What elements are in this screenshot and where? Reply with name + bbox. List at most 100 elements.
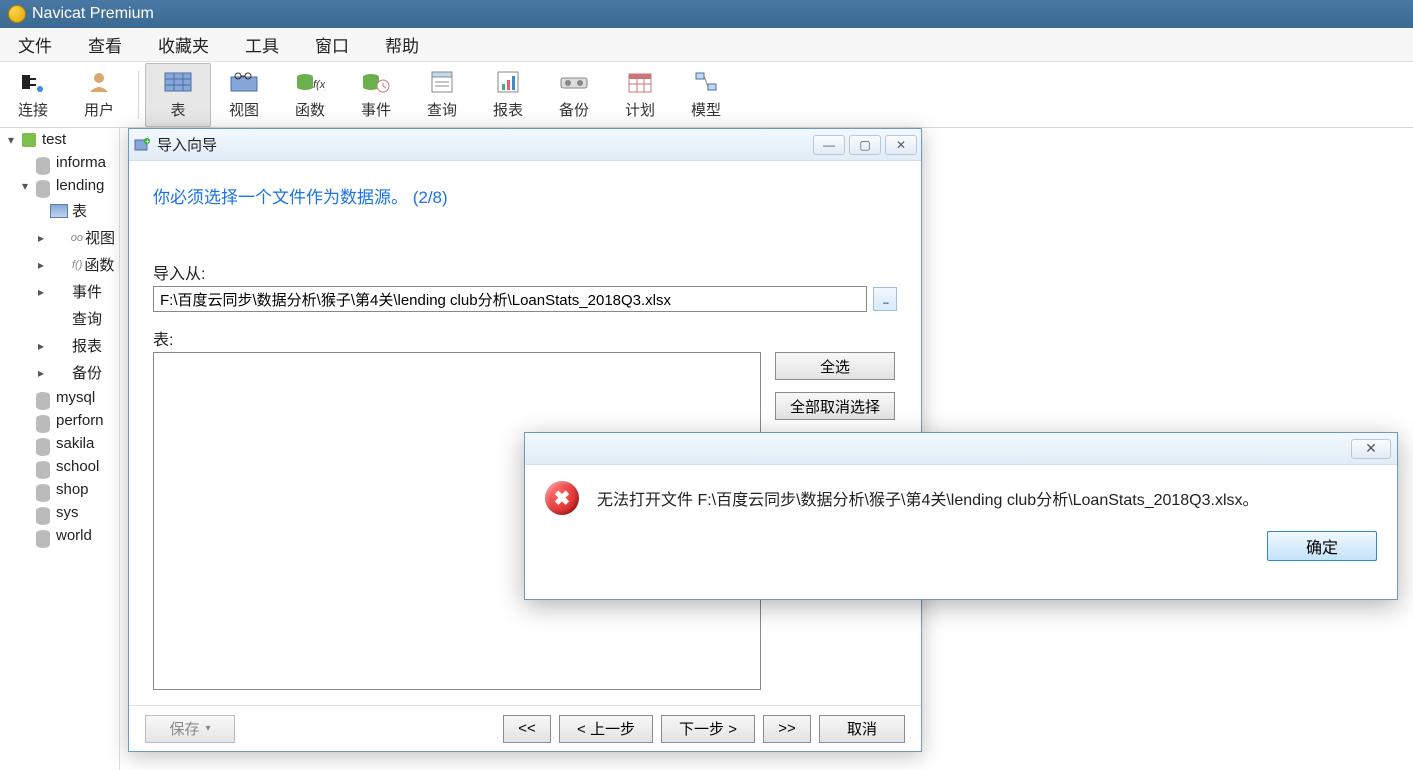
error-ok-button[interactable]: 确定 bbox=[1267, 531, 1377, 561]
toolbar-backup-label: 备份 bbox=[559, 99, 589, 120]
toolbar-query[interactable]: 查询 bbox=[409, 63, 475, 127]
menu-help[interactable]: 帮助 bbox=[367, 26, 437, 63]
sidebar-item-label: perforn bbox=[56, 412, 104, 429]
menu-window[interactable]: 窗口 bbox=[297, 26, 367, 63]
error-titlebar[interactable]: ✕ bbox=[525, 433, 1397, 465]
prev-button[interactable]: < 上一步 bbox=[559, 715, 653, 743]
model-icon bbox=[691, 69, 721, 95]
toolbar-user-label: 用户 bbox=[84, 99, 114, 120]
sidebar-item-label: school bbox=[56, 458, 99, 475]
app-icon bbox=[8, 5, 26, 23]
toolbar-view[interactable]: 视图 bbox=[211, 63, 277, 127]
cancel-button[interactable]: 取消 bbox=[819, 715, 905, 743]
sidebar-item-label: 事件 bbox=[72, 281, 102, 302]
sidebar-item-0[interactable]: ▾test bbox=[0, 128, 119, 151]
first-button[interactable]: << bbox=[503, 715, 551, 743]
sidebar-item-1[interactable]: informa bbox=[0, 151, 119, 174]
sidebar-item-6[interactable]: ▸事件 bbox=[0, 278, 119, 305]
view-icon bbox=[229, 69, 259, 95]
select-all-button[interactable]: 全选 bbox=[775, 352, 895, 380]
sidebar-item-label: 查询 bbox=[72, 308, 102, 329]
sidebar-item-label: sys bbox=[56, 504, 79, 521]
sidebar-item-16[interactable]: world bbox=[0, 524, 119, 547]
toolbar-user[interactable]: 用户 bbox=[66, 63, 132, 127]
event-icon bbox=[361, 69, 391, 95]
sidebar-item-2[interactable]: ▾lending bbox=[0, 174, 119, 197]
sidebar-item-label: 函数 bbox=[84, 254, 114, 275]
error-icon: ✖ bbox=[545, 481, 579, 515]
report-icon bbox=[493, 69, 523, 95]
sidebar-item-7[interactable]: 查询 bbox=[0, 305, 119, 332]
deselect-all-button[interactable]: 全部取消选择 bbox=[775, 392, 895, 420]
error-dialog: ✕ ✖ 无法打开文件 F:\百度云同步\数据分析\猴子\第4关\lending … bbox=[524, 432, 1398, 600]
sidebar-item-label: 视图 bbox=[85, 227, 115, 248]
wizard-titlebar[interactable]: + 导入向导 — ▢ ✕ bbox=[129, 129, 921, 161]
error-close[interactable]: ✕ bbox=[1351, 439, 1391, 459]
table-icon bbox=[163, 69, 193, 95]
toolbar-table[interactable]: 表 bbox=[145, 63, 211, 127]
plug-icon bbox=[18, 69, 48, 95]
wizard-icon: + bbox=[133, 136, 151, 154]
sidebar-item-3[interactable]: 表 bbox=[0, 197, 119, 224]
sidebar-item-label: shop bbox=[56, 481, 89, 498]
toolbar-backup[interactable]: 备份 bbox=[541, 63, 607, 127]
sidebar-item-8[interactable]: ▸报表 bbox=[0, 332, 119, 359]
fx-icon: f(x) bbox=[295, 69, 325, 95]
sidebar-item-label: 报表 bbox=[72, 335, 102, 356]
toolbar-report-label: 报表 bbox=[493, 99, 523, 120]
user-icon bbox=[84, 69, 114, 95]
import-from-label: 导入从: bbox=[153, 260, 897, 284]
wizard-title: 导入向导 bbox=[157, 134, 809, 155]
error-message: 无法打开文件 F:\百度云同步\数据分析\猴子\第4关\lending club… bbox=[597, 486, 1259, 510]
import-from-input[interactable] bbox=[153, 286, 867, 312]
toolbar: 连接 用户 表 视图 f(x)函数 事件 查询 报表 备份 计划 模型 bbox=[0, 62, 1413, 128]
sidebar-item-12[interactable]: sakila bbox=[0, 432, 119, 455]
sidebar-item-9[interactable]: ▸备份 bbox=[0, 359, 119, 386]
sidebar-item-15[interactable]: sys bbox=[0, 501, 119, 524]
dropdown-icon: ▾ bbox=[205, 723, 210, 734]
sidebar-item-5[interactable]: ▸f()函数 bbox=[0, 251, 119, 278]
sidebar-item-label: 表 bbox=[72, 200, 87, 221]
toolbar-report[interactable]: 报表 bbox=[475, 63, 541, 127]
wizard-close[interactable]: ✕ bbox=[885, 135, 917, 155]
menubar: 文件 查看 收藏夹 工具 窗口 帮助 bbox=[0, 28, 1413, 62]
toolbar-schedule-label: 计划 bbox=[625, 99, 655, 120]
toolbar-function[interactable]: f(x)函数 bbox=[277, 63, 343, 127]
sidebar-item-11[interactable]: perforn bbox=[0, 409, 119, 432]
next-button[interactable]: 下一步 > bbox=[661, 715, 755, 743]
save-button[interactable]: 保存▾ bbox=[145, 715, 235, 743]
sidebar-item-label: sakila bbox=[56, 435, 94, 452]
browse-button[interactable]: ... bbox=[873, 287, 897, 311]
toolbar-table-label: 表 bbox=[170, 99, 185, 120]
wizard-hint: 你必须选择一个文件作为数据源。 (2/8) bbox=[153, 183, 897, 208]
toolbar-query-label: 查询 bbox=[427, 99, 457, 120]
menu-favorites[interactable]: 收藏夹 bbox=[140, 26, 227, 63]
titlebar: Navicat Premium bbox=[0, 0, 1413, 28]
toolbar-event-label: 事件 bbox=[361, 99, 391, 120]
sidebar-item-14[interactable]: shop bbox=[0, 478, 119, 501]
toolbar-connect-label: 连接 bbox=[18, 99, 48, 120]
wizard-maximize[interactable]: ▢ bbox=[849, 135, 881, 155]
toolbar-schedule[interactable]: 计划 bbox=[607, 63, 673, 127]
menu-view[interactable]: 查看 bbox=[70, 26, 140, 63]
app-title: Navicat Premium bbox=[32, 5, 154, 23]
sidebar-item-label: 备份 bbox=[72, 362, 102, 383]
query-icon bbox=[427, 69, 457, 95]
menu-tools[interactable]: 工具 bbox=[227, 26, 297, 63]
last-button[interactable]: >> bbox=[763, 715, 811, 743]
toolbar-connect[interactable]: 连接 bbox=[0, 63, 66, 127]
sidebar-item-10[interactable]: mysql bbox=[0, 386, 119, 409]
sidebar-item-label: informa bbox=[56, 154, 106, 171]
sidebar-item-4[interactable]: ▸oo视图 bbox=[0, 224, 119, 251]
svg-text:+: + bbox=[145, 137, 150, 146]
sidebar-item-label: test bbox=[42, 131, 66, 148]
menu-file[interactable]: 文件 bbox=[0, 26, 70, 63]
wizard-minimize[interactable]: — bbox=[813, 135, 845, 155]
backup-icon bbox=[559, 69, 589, 95]
toolbar-model[interactable]: 模型 bbox=[673, 63, 739, 127]
sidebar-item-label: world bbox=[56, 527, 92, 544]
sidebar-item-13[interactable]: school bbox=[0, 455, 119, 478]
svg-text:f(x): f(x) bbox=[313, 79, 325, 91]
toolbar-model-label: 模型 bbox=[691, 99, 721, 120]
toolbar-event[interactable]: 事件 bbox=[343, 63, 409, 127]
